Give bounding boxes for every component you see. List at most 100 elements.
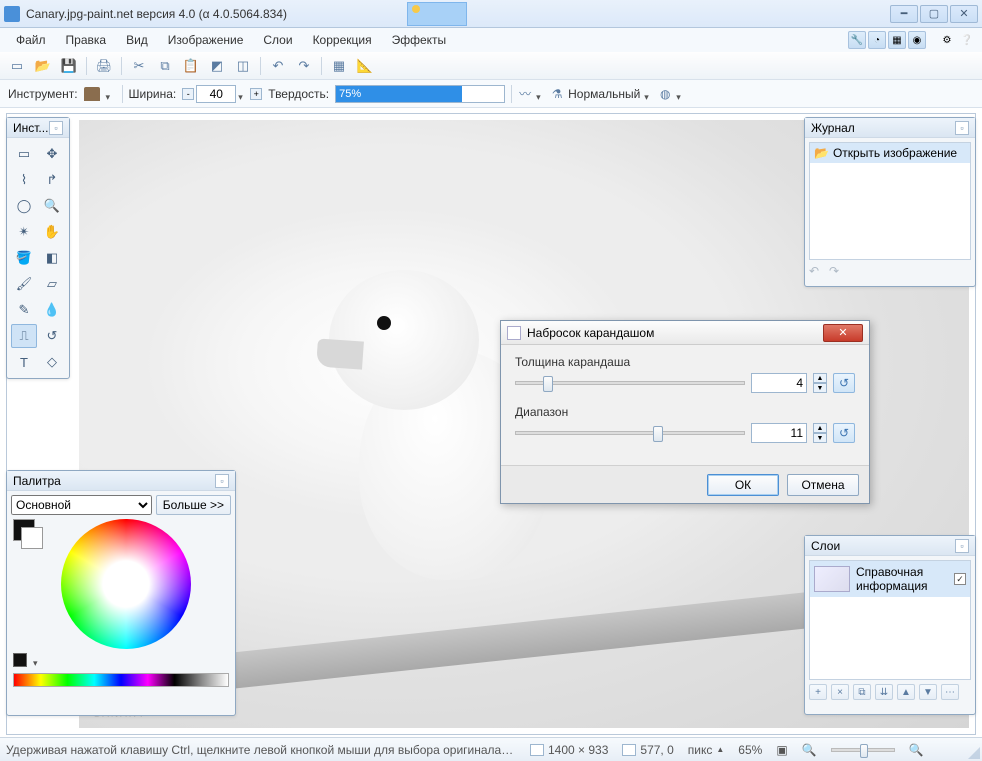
menu-file[interactable]: Файл <box>6 30 56 50</box>
open-icon[interactable]: 📂 <box>34 57 52 75</box>
dialog-close-button[interactable]: ✕ <box>823 324 863 342</box>
menu-image[interactable]: Изображение <box>158 30 254 50</box>
layer-row[interactable]: Справочная информация ✓ <box>810 561 970 597</box>
thickness-reset-button[interactable]: ↺ <box>833 373 855 393</box>
redo-icon[interactable]: ↷ <box>295 57 313 75</box>
secondary-color-swatch[interactable] <box>21 527 43 549</box>
zoom-in-icon[interactable]: 🔍 <box>909 743 924 757</box>
picker-tool[interactable]: 💧 <box>39 298 65 322</box>
width-input[interactable]: 40 <box>196 85 236 103</box>
clone-stamp-icon[interactable] <box>84 87 100 101</box>
history-item[interactable]: 📂 Открыть изображение <box>810 143 970 163</box>
shapes-tool[interactable]: ◇ <box>39 350 65 374</box>
minimize-button[interactable]: ━ <box>890 5 918 23</box>
history-undo-icon[interactable]: ↶ <box>809 264 825 278</box>
range-slider[interactable] <box>515 431 745 435</box>
menu-effects[interactable]: Эффекты <box>382 30 457 50</box>
recolor-tool[interactable]: ↺ <box>39 324 65 348</box>
layer-add-icon[interactable]: + <box>809 684 827 700</box>
thickness-input[interactable]: 4 <box>751 373 807 393</box>
text-tool[interactable]: T <box>11 350 37 374</box>
window-resize-grip[interactable] <box>966 745 980 759</box>
layer-up-icon[interactable]: ▲ <box>897 684 915 700</box>
paste-icon[interactable]: 📋 <box>182 57 200 75</box>
history-list[interactable]: 📂 Открыть изображение <box>809 142 971 260</box>
thickness-down-button[interactable]: ▼ <box>813 383 827 393</box>
unit-label[interactable]: пикс <box>688 743 713 757</box>
menu-edit[interactable]: Правка <box>56 30 117 50</box>
tool-dropdown-icon[interactable] <box>106 89 116 99</box>
help-icon[interactable]: ❔ <box>958 31 976 49</box>
layers-window-toggle-icon[interactable]: ▦ <box>888 31 906 49</box>
range-reset-button[interactable]: ↺ <box>833 423 855 443</box>
range-input[interactable]: 11 <box>751 423 807 443</box>
range-down-button[interactable]: ▼ <box>813 433 827 443</box>
palette-panel-close-icon[interactable]: ▫ <box>215 474 229 488</box>
clone-tool[interactable]: ⎍ <box>11 324 37 348</box>
lasso-tool[interactable]: ⌇ <box>11 168 37 192</box>
palette-menu-icon[interactable] <box>33 655 43 665</box>
ok-button[interactable]: ОК <box>707 474 779 496</box>
save-icon[interactable]: 💾 <box>60 57 78 75</box>
layers-panel-close-icon[interactable]: ▫ <box>955 539 969 553</box>
blend-dropdown-icon[interactable] <box>644 89 654 99</box>
wand-tool[interactable]: ✴ <box>11 220 37 244</box>
layer-duplicate-icon[interactable]: ⧉ <box>853 684 871 700</box>
thickness-slider[interactable] <box>515 381 745 385</box>
pencil-tool[interactable]: ✎ <box>11 298 37 322</box>
zoom-fit-icon[interactable]: ▣ <box>776 743 787 757</box>
zoom-tool[interactable]: 🔍 <box>39 194 65 218</box>
layer-down-icon[interactable]: ▼ <box>919 684 937 700</box>
move-selection-tool[interactable]: ↱ <box>39 168 65 192</box>
menu-view[interactable]: Вид <box>116 30 158 50</box>
zoom-slider[interactable] <box>831 748 895 752</box>
history-window-toggle-icon[interactable]: ◔ <box>868 31 886 49</box>
palette-more-button[interactable]: Больше >> <box>156 495 231 515</box>
tool-window-toggle-icon[interactable]: 🔧 <box>848 31 866 49</box>
color-mode-select[interactable]: Основной <box>11 495 152 515</box>
document-thumb[interactable] <box>407 2 467 26</box>
gradient-tool[interactable]: ◧ <box>39 246 65 270</box>
history-panel-close-icon[interactable]: ▫ <box>955 121 969 135</box>
maximize-button[interactable]: ▢ <box>920 5 948 23</box>
deselect-icon[interactable]: ◫ <box>234 57 252 75</box>
zoom-out-icon[interactable]: 🔍 <box>802 743 817 757</box>
rect-select-tool[interactable]: ▭ <box>11 142 37 166</box>
copy-icon[interactable]: ⧉ <box>156 57 174 75</box>
pan-tool[interactable]: ✋ <box>39 220 65 244</box>
range-up-button[interactable]: ▲ <box>813 423 827 433</box>
undo-icon[interactable]: ↶ <box>269 57 287 75</box>
cancel-button[interactable]: Отмена <box>787 474 859 496</box>
color-wheel[interactable] <box>61 519 191 649</box>
move-tool[interactable]: ✥ <box>39 142 65 166</box>
width-dropdown-icon[interactable] <box>238 89 248 99</box>
bucket-tool[interactable]: 🪣 <box>11 246 37 270</box>
settings-icon[interactable]: ⚙ <box>938 31 956 49</box>
new-icon[interactable]: ▭ <box>8 57 26 75</box>
color-palette-strip[interactable] <box>13 673 229 687</box>
layer-props-icon[interactable]: ⋯ <box>941 684 959 700</box>
alpha-icon[interactable]: ◍ <box>658 87 672 101</box>
current-color-swatch[interactable] <box>13 653 27 667</box>
brush-tool[interactable]: 🖌 <box>11 272 37 296</box>
hardness-slider[interactable]: 75% <box>335 85 505 103</box>
layer-merge-icon[interactable]: ⇊ <box>875 684 893 700</box>
ruler-icon[interactable]: 📐 <box>356 57 374 75</box>
ellipse-select-tool[interactable]: ◯ <box>11 194 37 218</box>
thickness-up-button[interactable]: ▲ <box>813 373 827 383</box>
colors-window-toggle-icon[interactable]: ◉ <box>908 31 926 49</box>
blend-mode[interactable]: Нормальный <box>568 87 640 101</box>
antialias-icon[interactable]: 〰 <box>518 87 532 101</box>
crop-icon[interactable]: ◩ <box>208 57 226 75</box>
eraser-tool[interactable]: ▱ <box>39 272 65 296</box>
cut-icon[interactable]: ✂ <box>130 57 148 75</box>
layer-visible-checkbox[interactable]: ✓ <box>954 573 966 585</box>
menu-layers[interactable]: Слои <box>253 30 302 50</box>
layer-delete-icon[interactable]: × <box>831 684 849 700</box>
grid-icon[interactable]: ▦ <box>330 57 348 75</box>
width-incr-button[interactable]: + <box>250 88 262 100</box>
layers-list[interactable]: Справочная информация ✓ <box>809 560 971 680</box>
close-button[interactable]: ✕ <box>950 5 978 23</box>
blend-icon[interactable]: ⚗ <box>550 87 564 101</box>
history-redo-icon[interactable]: ↷ <box>829 264 845 278</box>
